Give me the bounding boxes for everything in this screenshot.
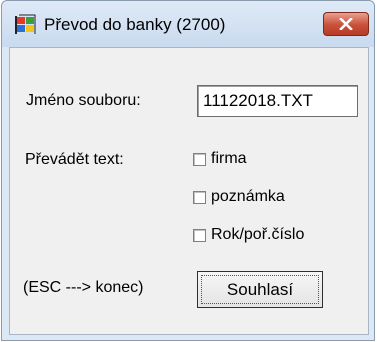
checkbox-rok-cislo[interactable]: Rok/poř.číslo [193,225,304,245]
dialog-window: Převod do banky (2700) Jméno souboru: Př… [1,0,375,341]
close-button[interactable] [323,12,369,36]
filename-label: Jméno souboru: [26,92,141,109]
agree-button-label: Souhlasí [201,275,319,304]
checkbox-box[interactable] [193,190,206,204]
checkbox-poznamka[interactable]: poznámka [193,187,285,207]
convert-text-label: Převádět text: [25,151,124,168]
checkbox-box[interactable] [193,152,206,166]
checkbox-label-firma[interactable]: firma [211,150,247,168]
agree-button[interactable]: Souhlasí [197,271,323,308]
checkbox-firma[interactable]: firma [193,149,247,169]
dialog-body: Jméno souboru: Převádět text: firma pozn… [9,47,369,335]
close-x-icon [339,18,353,30]
checkbox-label-poznamka[interactable]: poznámka [211,188,285,206]
window-title: Převod do banky (2700) [44,15,226,34]
checkbox-box[interactable] [193,228,206,242]
filename-input[interactable] [197,85,358,117]
title-bar[interactable]: Převod do banky (2700) [2,1,374,47]
checkbox-label-rok-cislo[interactable]: Rok/poř.číslo [211,226,304,244]
windows-flag-icon[interactable] [15,14,37,36]
esc-hint: (ESC ---> konec) [23,279,144,296]
